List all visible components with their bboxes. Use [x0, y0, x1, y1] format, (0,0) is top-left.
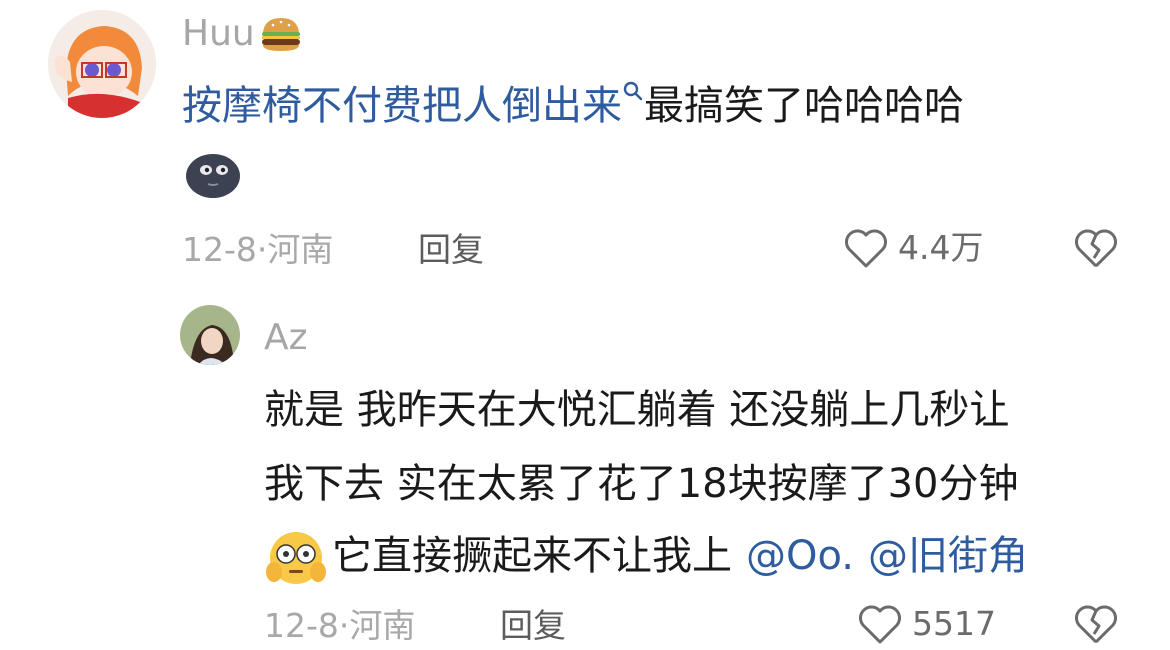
comment-date: 12-8	[182, 230, 257, 269]
dislike-button[interactable]	[1072, 226, 1120, 274]
reply-avatar[interactable]	[180, 305, 240, 365]
like-count: 4.4万	[898, 228, 984, 267]
reply-meta: 12-8·河南	[264, 606, 415, 646]
comment-text: 按摩椅不付费把人倒出来 最搞笑了哈哈哈哈	[182, 74, 964, 138]
reply-like-count: 5517	[912, 604, 996, 643]
reply-text-line3: 它直接撅起来不让我上 @Oo. @旧街角	[264, 524, 1028, 588]
search-keyword-link[interactable]: 按摩椅不付费把人倒出来	[182, 83, 622, 129]
heart-icon	[856, 602, 904, 646]
like-button[interactable]: 4.4万	[842, 226, 983, 270]
reply-text-line1: 就是 我昨天在大悦汇躺着 还没躺上几秒让	[264, 387, 1010, 433]
reply-date: 12-8	[264, 606, 339, 645]
meta-separator: ·	[338, 606, 350, 645]
reply-location: 河南	[349, 606, 416, 645]
heart-icon	[842, 226, 890, 270]
comment-text-rest: 最搞笑了哈哈哈哈	[644, 83, 964, 129]
avatar[interactable]	[48, 10, 156, 118]
reply-text-line3-text: 它直接撅起来不让我上	[332, 533, 732, 579]
reply-button[interactable]: 回复	[418, 230, 484, 270]
reply-like-button[interactable]: 5517	[856, 602, 996, 646]
reply-dislike-button[interactable]	[1072, 602, 1120, 650]
flushed-face-icon	[264, 526, 328, 586]
reply-text-line2: 我下去 实在太累了花了18块按摩了30分钟	[264, 461, 1019, 507]
comment-location: 河南	[267, 230, 334, 269]
reply-author[interactable]: Az	[264, 316, 308, 360]
meta-separator: ·	[256, 230, 268, 269]
author-name[interactable]: Huu	[182, 12, 255, 56]
broken-heart-icon	[1072, 602, 1120, 646]
comment-meta: 12-8·河南	[182, 230, 333, 270]
mention-link[interactable]: @Oo.	[746, 524, 854, 588]
reply-reply-button[interactable]: 回复	[500, 606, 566, 646]
broken-heart-icon	[1072, 226, 1120, 270]
comment-author[interactable]: Huu	[182, 12, 303, 56]
dark-moon-face-icon	[184, 150, 242, 200]
search-icon[interactable]	[622, 80, 644, 102]
hamburger-icon	[259, 14, 303, 54]
mention-link[interactable]: @旧街角	[868, 524, 1028, 588]
